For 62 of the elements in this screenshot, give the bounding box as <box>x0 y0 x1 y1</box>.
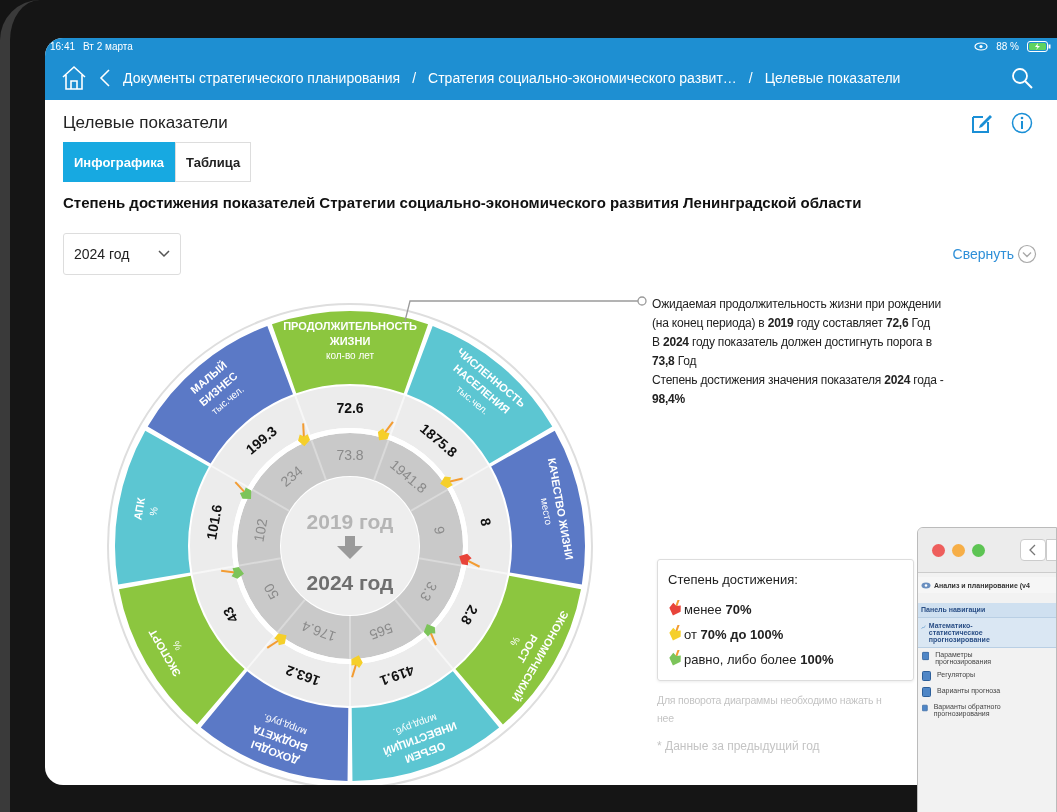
chevron-circle-icon <box>1017 244 1037 264</box>
info-icon[interactable] <box>1011 112 1033 134</box>
chevron-down-icon <box>158 250 170 258</box>
breadcrumb-link[interactable]: Документы стратегического планирования <box>123 69 401 86</box>
center-label: 2024 год <box>306 571 394 594</box>
battery-percent: 88 % <box>996 41 1019 52</box>
ring-divider <box>237 557 283 567</box>
value-label: 419.1 <box>378 662 417 690</box>
target-label: 102 <box>250 517 271 544</box>
sector-label: ПРОДОЛЖИТЕЛЬНОСТЬ ЖИЗНИ <box>283 320 417 347</box>
sector-label: АПК <box>131 496 148 521</box>
value-label: 101.6 <box>203 503 225 541</box>
hint-text: нее <box>657 711 675 726</box>
status-date: Вт 2 марта <box>83 41 133 52</box>
value-label: 8 <box>477 516 495 528</box>
center-label: 2019 год <box>306 510 394 533</box>
legend-label: от 70% до 100% <box>684 627 784 642</box>
home-icon[interactable] <box>61 64 87 91</box>
target-label: 176.4 <box>299 618 339 645</box>
target-label: 3.3 <box>417 579 441 604</box>
hint-text: Для поворота диаграммы необходимо нажать н <box>657 693 883 708</box>
breadcrumb-separator: / <box>412 69 417 86</box>
breadcrumb-separator: / <box>748 69 753 86</box>
unit-label: кол-во лет <box>325 350 375 361</box>
target-label: 50 <box>260 580 282 603</box>
value-label: 163.2 <box>283 662 322 690</box>
status-time: 16:41 <box>50 41 76 52</box>
value-label: 43 <box>219 604 242 626</box>
breadcrumb-link[interactable]: Целевые показатели <box>764 69 901 86</box>
search-icon[interactable] <box>1011 66 1033 89</box>
eye-icon <box>921 581 931 589</box>
ring-divider <box>372 438 390 482</box>
footnote-text: * Данные за предыдущий год <box>657 739 821 753</box>
zoom-button[interactable] <box>972 543 985 557</box>
battery-icon <box>1027 41 1051 52</box>
eye-icon <box>974 42 989 51</box>
unit-label: % <box>147 506 160 517</box>
target-label: 234 <box>277 462 306 490</box>
breadcrumb-link[interactable]: Стратегия социально-экономического развит… <box>428 69 737 86</box>
close-button[interactable] <box>932 543 945 557</box>
legend-title: Степень достижения: <box>668 572 799 587</box>
back-icon[interactable] <box>99 67 111 88</box>
target-label: 565 <box>367 620 395 643</box>
tooltip-text: Степень достижения значения показателя 2024 года - 98,4% <box>652 372 945 408</box>
target-label: 73.8 <box>336 447 364 463</box>
section-heading: Степень достижения показателей Стратегии социально-экономического развития Ленинградской области <box>63 194 863 211</box>
legend-label: равно, либо более 100% <box>684 652 834 667</box>
edit-icon[interactable] <box>971 112 993 134</box>
view-tab[interactable]: Таблица <box>175 142 252 182</box>
collapse-link[interactable]: Свернуть <box>952 244 1037 264</box>
arrow-down-icon <box>337 536 363 559</box>
legend-label: менее 70% <box>684 602 752 617</box>
back-button[interactable] <box>1020 539 1046 561</box>
ring-divider <box>251 488 291 512</box>
target-label: 9 <box>431 524 449 536</box>
ring-divider <box>417 557 463 567</box>
page-title: Целевые показатели <box>63 113 228 133</box>
chevron-left-icon <box>1029 544 1037 556</box>
value-label: 72.6 <box>336 400 364 416</box>
value-label: 2.8 <box>457 602 482 628</box>
year-select[interactable]: 2024 год <box>63 233 181 275</box>
ring-divider <box>310 438 328 482</box>
